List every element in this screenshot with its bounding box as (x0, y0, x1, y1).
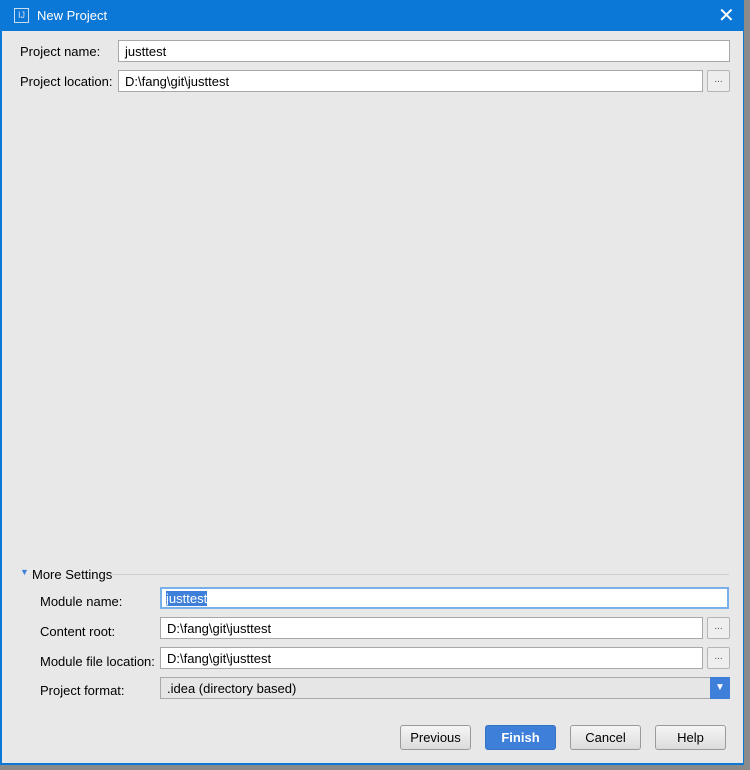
intellij-icon: IJ (14, 8, 29, 23)
project-format-value: .idea (directory based) (167, 681, 297, 696)
new-project-dialog: IJ New Project ✕ Project name: justtest … (0, 0, 744, 765)
title-bar: IJ New Project ✕ (0, 0, 744, 31)
help-button[interactable]: Help (655, 725, 726, 750)
project-name-input[interactable]: justtest (118, 40, 730, 62)
project-format-label: Project format: (40, 683, 125, 698)
more-settings-toggle[interactable]: More Settings (32, 567, 112, 582)
content-root-label: Content root: (40, 624, 116, 639)
content-root-input[interactable]: D:\fang\git\justtest (160, 617, 703, 639)
previous-button[interactable]: Previous (400, 725, 471, 750)
browse-module-file-button[interactable]: ... (707, 647, 730, 669)
module-name-input[interactable]: justtest (160, 587, 729, 609)
module-file-input[interactable]: D:\fang\git\justtest (160, 647, 703, 669)
browse-content-root-button[interactable]: ... (707, 617, 730, 639)
module-file-label: Module file location: (40, 654, 155, 669)
divider (112, 574, 729, 575)
project-location-input[interactable]: D:\fang\git\justtest (118, 70, 703, 92)
module-name-label: Module name: (40, 594, 123, 609)
cancel-button[interactable]: Cancel (570, 725, 641, 750)
close-icon[interactable]: ✕ (718, 3, 735, 28)
collapse-triangle-icon[interactable]: ▼ (20, 567, 29, 577)
browse-location-button[interactable]: ... (707, 70, 730, 92)
project-name-label: Project name: (20, 44, 101, 59)
window-title: New Project (37, 8, 108, 23)
finish-button[interactable]: Finish (485, 725, 556, 750)
dropdown-arrow-icon[interactable]: ▼ (710, 677, 730, 699)
project-format-select[interactable]: .idea (directory based) ▼ (160, 677, 730, 699)
project-location-label: Project location: (20, 74, 113, 89)
module-name-value: justtest (166, 591, 208, 606)
